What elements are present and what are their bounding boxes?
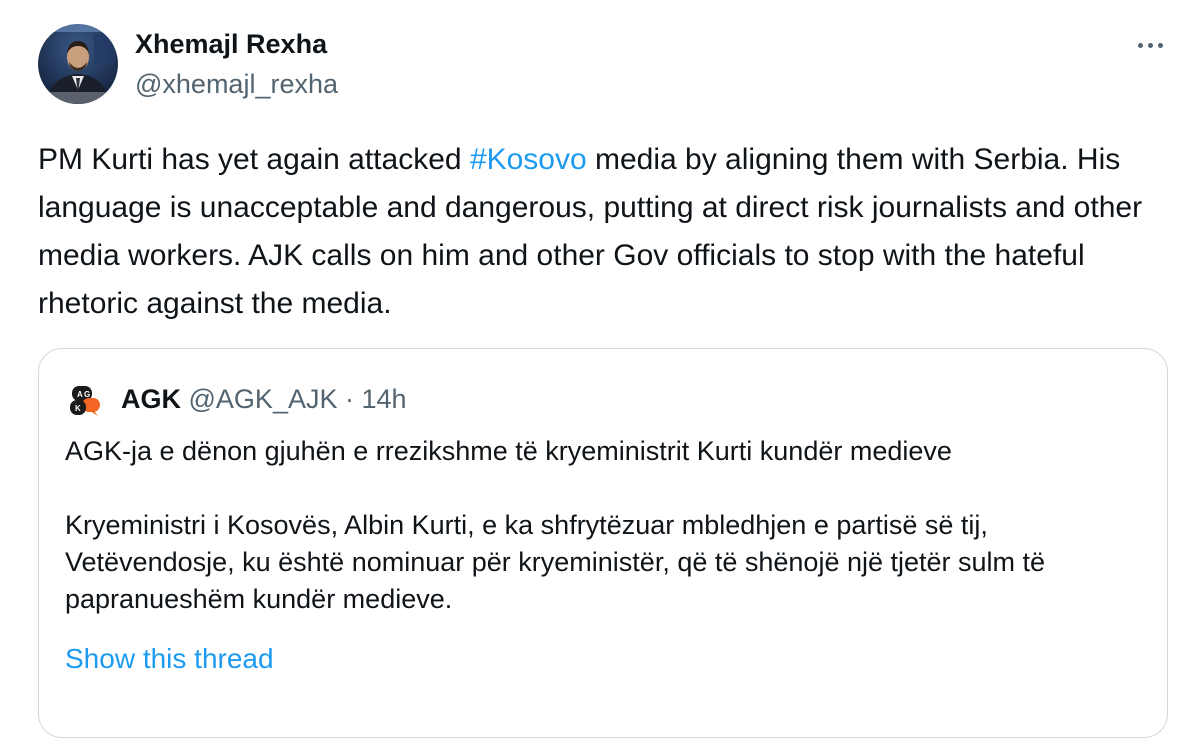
logo-letter-a: A (77, 390, 83, 399)
author-avatar[interactable] (38, 24, 118, 104)
tweet-text-before: PM Kurti has yet again attacked (38, 143, 470, 176)
quote-avatar[interactable]: A G K (68, 383, 102, 417)
show-thread-link[interactable]: Show this thread (65, 641, 274, 677)
quote-author-handle[interactable]: @AGK_AJK (189, 384, 338, 414)
hashtag-link[interactable]: #Kosovo (470, 143, 587, 176)
quoted-tweet-card[interactable]: A G K AGK @AGK_AJK · 14h AGK-ja e dënon … (38, 348, 1168, 738)
quote-timestamp[interactable]: 14h (362, 384, 407, 414)
more-horizontal-icon (1137, 42, 1143, 48)
tweet: Xhemajl Rexha @xhemajl_rexha PM Kurti ha… (0, 0, 1202, 738)
quote-separator: · (337, 384, 361, 414)
quote-text: AGK-ja e dënon gjuhën e rrezikshme të kr… (65, 436, 1046, 614)
logo-letter-k: K (75, 404, 81, 413)
quote-header: AGK @AGK_AJK · 14h (121, 382, 407, 416)
more-dot (1157, 42, 1163, 48)
separator-dot: · (345, 384, 354, 414)
logo-letter-g: G (84, 390, 90, 399)
author-handle[interactable]: @xhemajl_rexha (135, 67, 338, 101)
more-options-button[interactable] (1130, 28, 1170, 62)
profile-photo-icon (38, 24, 118, 104)
agk-logo-icon: A G K (70, 386, 100, 416)
tweet-text: PM Kurti has yet again attacked #Kosovo … (38, 136, 1173, 328)
quote-author-name[interactable]: AGK (121, 384, 181, 414)
author-name[interactable]: Xhemajl Rexha (135, 27, 327, 61)
more-dot (1147, 42, 1153, 48)
